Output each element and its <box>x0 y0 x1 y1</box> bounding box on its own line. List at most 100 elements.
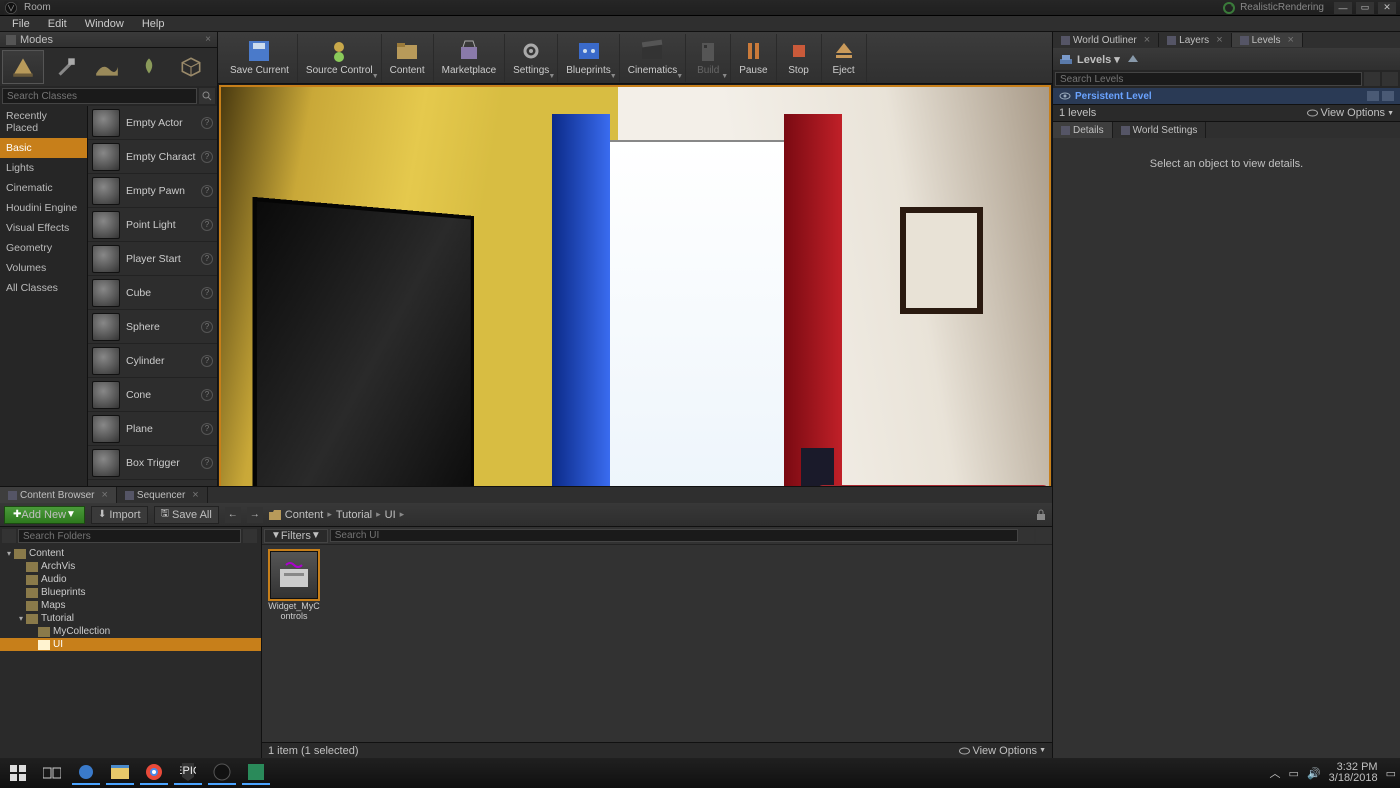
toolbar-stop[interactable]: Stop <box>777 34 822 82</box>
toolbar-source-control[interactable]: Source Control▼ <box>298 34 382 82</box>
actor-empty-pawn[interactable]: Empty Pawn? <box>88 174 217 208</box>
toolbar-save-current[interactable]: Save Current <box>222 34 298 82</box>
info-icon[interactable]: ? <box>201 355 213 367</box>
menu-file[interactable]: File <box>4 17 38 31</box>
search-icon[interactable] <box>1020 529 1034 543</box>
add-new-button[interactable]: ✚ Add New ▼ <box>4 506 85 524</box>
info-icon[interactable]: ? <box>201 253 213 265</box>
taskbar-app-1[interactable] <box>72 761 100 785</box>
toolbar-cinematics[interactable]: Cinematics▼ <box>620 34 686 82</box>
taskbar-clock[interactable]: 3:32 PM3/18/2018 <box>1329 762 1378 784</box>
geometry-mode-button[interactable] <box>170 50 212 84</box>
modes-tab[interactable]: Modes × <box>0 32 217 48</box>
menu-window[interactable]: Window <box>77 17 132 31</box>
search-folders-input[interactable] <box>18 529 241 543</box>
category-geometry[interactable]: Geometry <box>0 238 87 258</box>
tab-world-outliner[interactable]: World Outliner× <box>1053 33 1159 47</box>
minimize-button[interactable]: — <box>1334 2 1352 14</box>
info-icon[interactable]: ? <box>201 457 213 469</box>
category-all-classes[interactable]: All Classes <box>0 278 87 298</box>
search-classes-input[interactable] <box>2 88 197 104</box>
eye-icon[interactable] <box>1059 90 1071 102</box>
search-icon[interactable] <box>243 529 257 543</box>
kismet-icon[interactable] <box>1367 91 1379 101</box>
category-cinematic[interactable]: Cinematic <box>0 178 87 198</box>
breadcrumb-tutorial[interactable]: Tutorial <box>336 509 372 521</box>
taskbar-ue4[interactable] <box>208 761 236 785</box>
taskbar-app-2[interactable] <box>242 761 270 785</box>
tray-chevron-icon[interactable]: ︿ <box>1270 765 1281 781</box>
levels-summon-icon[interactable] <box>1126 52 1140 66</box>
breadcrumb-ui[interactable]: UI <box>385 509 396 521</box>
tab-levels[interactable]: Levels× <box>1232 33 1303 47</box>
folder-maps[interactable]: Maps <box>0 599 261 612</box>
place-mode-button[interactable] <box>2 50 44 84</box>
tray-notifications-icon[interactable]: ▭ <box>1386 767 1396 780</box>
search-assets-input[interactable] <box>330 529 1018 542</box>
close-button[interactable]: ✕ <box>1378 2 1396 14</box>
toolbar-settings[interactable]: Settings▼ <box>505 34 558 82</box>
taskbar-epic[interactable]: EPIC <box>174 761 202 785</box>
tab-layers[interactable]: Layers× <box>1159 33 1231 47</box>
category-houdini-engine[interactable]: Houdini Engine <box>0 198 87 218</box>
actor-box-trigger[interactable]: Box Trigger? <box>88 446 217 480</box>
actor-cube[interactable]: Cube? <box>88 276 217 310</box>
info-icon[interactable]: ? <box>201 185 213 197</box>
actor-empty-charact[interactable]: Empty Charact? <box>88 140 217 174</box>
toolbar-eject[interactable]: Eject <box>822 34 867 82</box>
save-icon[interactable] <box>1382 91 1394 101</box>
folder-audio[interactable]: Audio <box>0 573 261 586</box>
expand-icon[interactable]: ▾ <box>4 549 14 558</box>
category-lights[interactable]: Lights <box>0 158 87 178</box>
filters-button[interactable]: ▼Filters▼ <box>264 529 328 543</box>
task-view-button[interactable] <box>38 761 66 785</box>
actor-empty-actor[interactable]: Empty Actor? <box>88 106 217 140</box>
tab-world-settings[interactable]: World Settings <box>1113 122 1207 138</box>
folder-ui[interactable]: UI <box>0 638 261 651</box>
info-icon[interactable]: ? <box>201 287 213 299</box>
folder-tutorial[interactable]: ▾Tutorial <box>0 612 261 625</box>
actor-plane[interactable]: Plane? <box>88 412 217 446</box>
folder-blueprints[interactable]: Blueprints <box>0 586 261 599</box>
actor-sphere[interactable]: Sphere? <box>88 310 217 344</box>
tray-volume-icon[interactable]: 🔊 <box>1307 767 1321 780</box>
info-icon[interactable]: ? <box>201 117 213 129</box>
levels-search-input[interactable] <box>1055 72 1362 86</box>
landscape-mode-button[interactable] <box>86 50 128 84</box>
breadcrumb[interactable]: Content▸Tutorial▸UI▸ <box>269 509 404 521</box>
info-icon[interactable]: ? <box>201 389 213 401</box>
menu-help[interactable]: Help <box>134 17 173 31</box>
taskbar-chrome[interactable] <box>140 761 168 785</box>
sources-toggle-icon[interactable] <box>2 529 16 543</box>
maximize-button[interactable]: ▭ <box>1356 2 1374 14</box>
tray-network-icon[interactable]: ▭ <box>1289 767 1299 780</box>
summon-icon[interactable] <box>1382 72 1398 86</box>
category-recently-placed[interactable]: Recently Placed <box>0 106 87 138</box>
close-icon[interactable]: × <box>205 34 211 45</box>
import-button[interactable]: ⬇ Import <box>91 506 148 524</box>
info-icon[interactable]: ? <box>201 321 213 333</box>
refresh-icon[interactable] <box>1222 1 1236 15</box>
paint-mode-button[interactable] <box>44 50 86 84</box>
info-icon[interactable]: ? <box>201 151 213 163</box>
foliage-mode-button[interactable] <box>128 50 170 84</box>
search-icon[interactable] <box>1364 72 1380 86</box>
asset-grid[interactable]: Widget_MyControls <box>262 545 1052 742</box>
back-button[interactable]: ← <box>225 507 241 523</box>
taskbar-explorer[interactable] <box>106 761 134 785</box>
view-options-button[interactable]: View Options▼ <box>959 745 1046 757</box>
toolbar-content[interactable]: Content <box>382 34 434 82</box>
breadcrumb-content[interactable]: Content <box>285 509 324 521</box>
toolbar-blueprints[interactable]: Blueprints▼ <box>558 34 619 82</box>
toolbar-marketplace[interactable]: Marketplace <box>434 34 505 82</box>
tab-content-browser[interactable]: Content Browser× <box>0 487 117 503</box>
save-all-button[interactable]: 🖫 Save All <box>154 506 219 524</box>
toolbar-pause[interactable]: Pause <box>731 34 776 82</box>
level-item-persistent[interactable]: Persistent Level <box>1053 88 1400 104</box>
start-button[interactable] <box>4 761 32 785</box>
tab-sequencer[interactable]: Sequencer× <box>117 487 208 503</box>
menu-edit[interactable]: Edit <box>40 17 75 31</box>
asset-widget_mycontrols[interactable]: Widget_MyControls <box>268 551 320 621</box>
actor-cone[interactable]: Cone? <box>88 378 217 412</box>
folder-mycollection[interactable]: MyCollection <box>0 625 261 638</box>
